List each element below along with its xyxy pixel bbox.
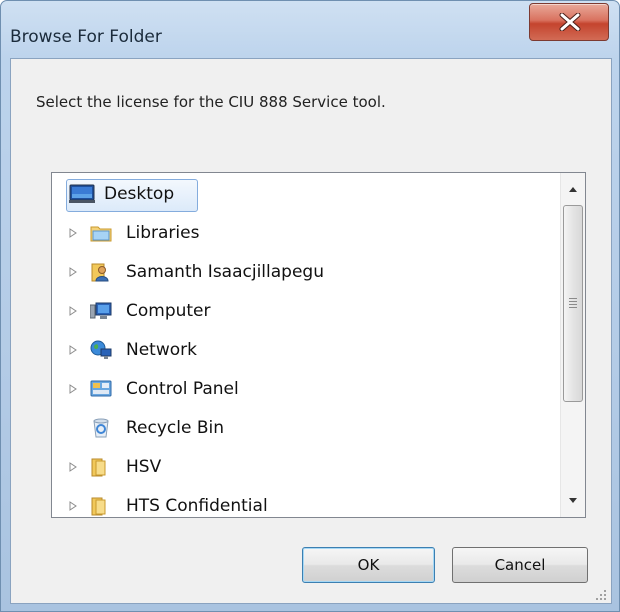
folder-tree[interactable]: Desktop Libraries Samanth Isaacjillapegu… — [51, 172, 586, 518]
tree-item-label: HTS Confidential — [126, 496, 268, 516]
computer-icon — [89, 301, 112, 321]
scroll-up-arrow-icon[interactable] — [563, 179, 583, 201]
network-icon — [90, 340, 112, 360]
tree-item-label: Recycle Bin — [126, 418, 225, 438]
scrollbar-thumb[interactable] — [563, 205, 583, 402]
tree-item-desktop[interactable]: Desktop — [52, 178, 560, 212]
close-icon — [559, 13, 581, 31]
tree-item-hsv[interactable]: HSV — [52, 451, 560, 483]
tree-item-label: HSV — [126, 457, 162, 477]
expand-arrow-icon[interactable] — [68, 306, 78, 316]
tree-item-label: Control Panel — [126, 379, 239, 399]
folder-icon — [90, 496, 112, 516]
resize-grip-icon[interactable] — [595, 589, 607, 601]
dialog-client-area: Select the license for the CIU 888 Servi… — [10, 58, 612, 604]
scrollbar-grip-icon — [569, 298, 577, 310]
tree-item-computer[interactable]: Computer — [52, 295, 560, 327]
dialog-description: Select the license for the CIU 888 Servi… — [36, 93, 386, 111]
recycle-bin-icon — [90, 418, 112, 438]
expand-arrow-icon[interactable] — [68, 384, 78, 394]
browse-for-folder-window: Browse For Folder Select the license for… — [0, 0, 620, 612]
tree-item-libraries[interactable]: Libraries — [52, 217, 560, 249]
libraries-folder-icon — [90, 223, 112, 243]
expand-arrow-icon[interactable] — [68, 228, 78, 238]
user-folder-icon — [90, 262, 112, 282]
cancel-button[interactable]: Cancel — [452, 547, 588, 583]
expand-arrow-icon[interactable] — [68, 267, 78, 277]
window-title: Browse For Folder — [10, 27, 162, 47]
ok-button[interactable]: OK — [302, 547, 435, 583]
scroll-down-arrow-icon[interactable] — [563, 489, 583, 511]
tree-item-label: Desktop — [104, 184, 175, 204]
tree-item-label: Computer — [126, 301, 211, 321]
close-button[interactable] — [529, 3, 609, 41]
tree-item-network[interactable]: Network — [52, 334, 560, 366]
expand-arrow-icon[interactable] — [68, 462, 78, 472]
tree-item-label: Libraries — [126, 223, 200, 243]
vertical-scrollbar[interactable] — [560, 173, 585, 517]
expand-arrow-icon[interactable] — [68, 345, 78, 355]
tree-item-label: Samanth Isaacjillapegu — [126, 262, 324, 282]
control-panel-icon — [90, 379, 112, 399]
folder-icon — [90, 457, 112, 477]
tree-item-user-folder[interactable]: Samanth Isaacjillapegu — [52, 256, 560, 288]
desktop-icon — [69, 184, 95, 204]
expand-arrow-icon[interactable] — [68, 501, 78, 511]
tree-item-hts-confidential[interactable]: HTS Confidential — [52, 490, 560, 517]
tree-item-recycle-bin[interactable]: Recycle Bin — [52, 412, 560, 444]
tree-item-label: Network — [126, 340, 197, 360]
tree-item-control-panel[interactable]: Control Panel — [52, 373, 560, 405]
